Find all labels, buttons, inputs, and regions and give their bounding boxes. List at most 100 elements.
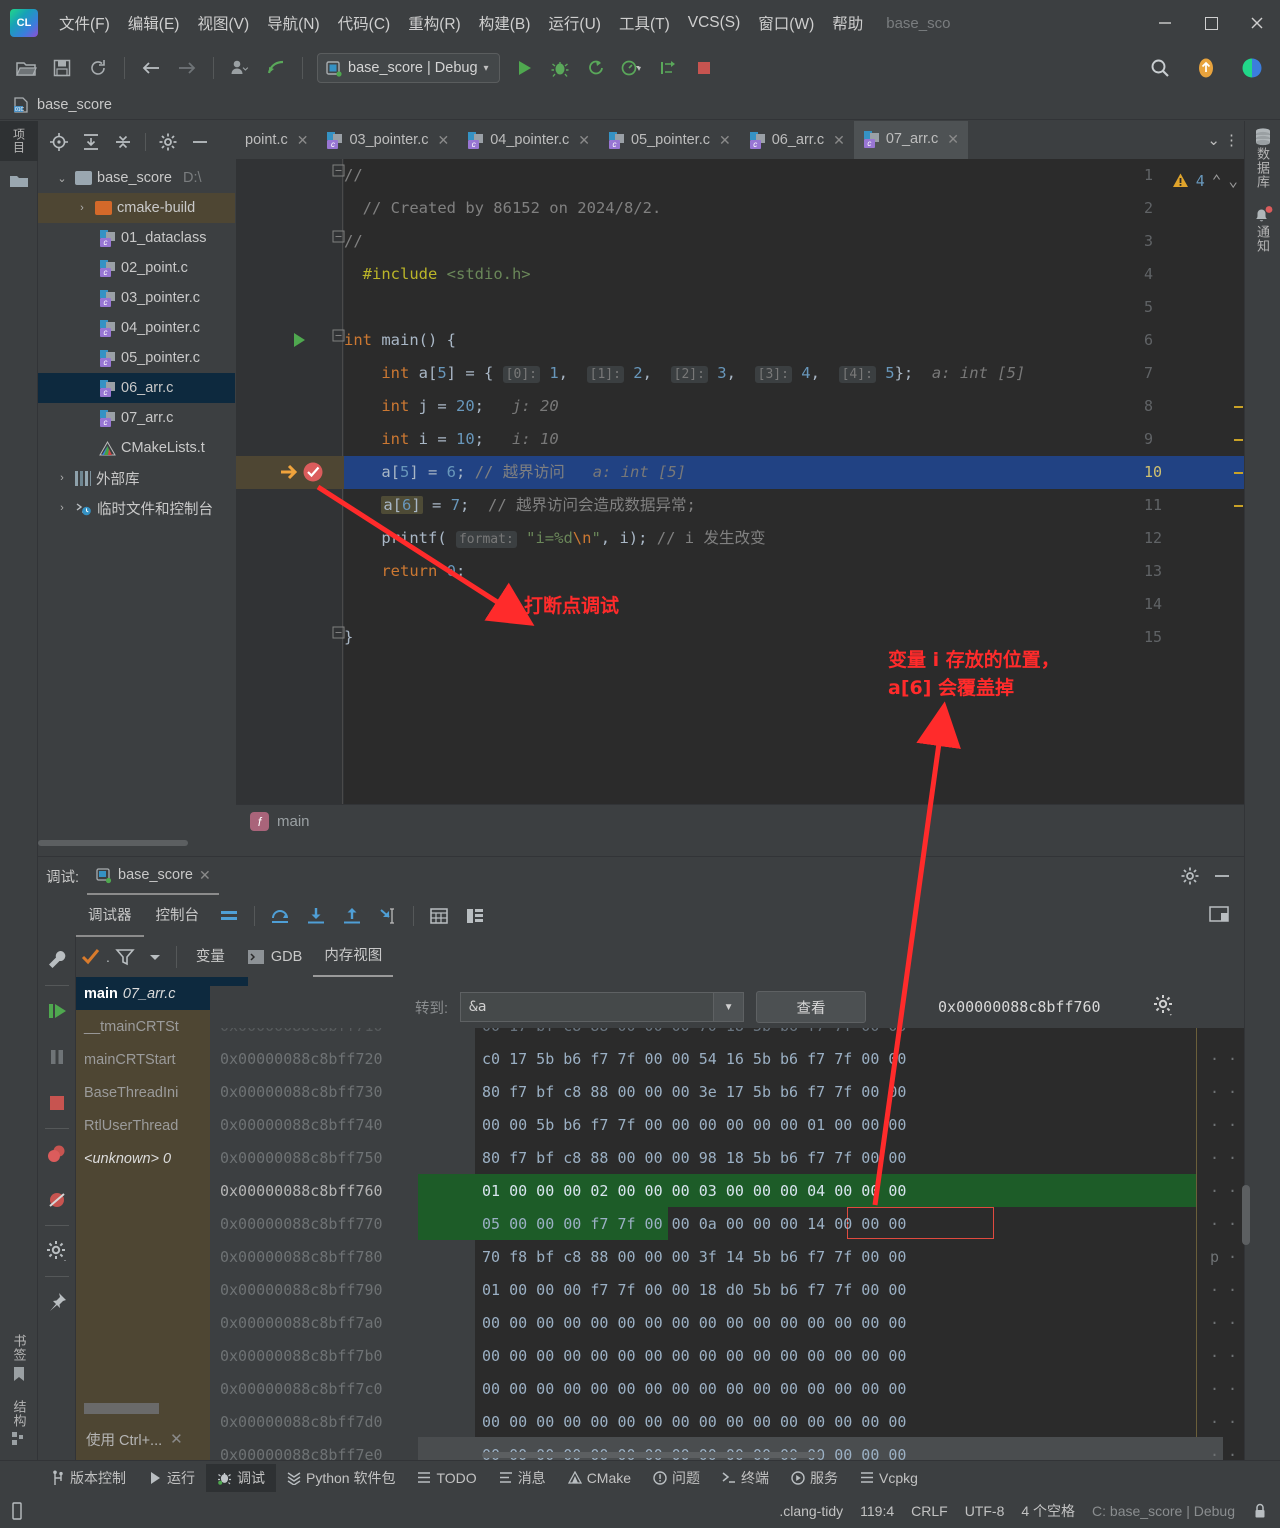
- ai-assistant-icon[interactable]: [1237, 53, 1267, 83]
- navbar-project-name[interactable]: base_score: [37, 97, 112, 113]
- menu-view[interactable]: 视图(V): [188, 10, 258, 36]
- menu-refactor[interactable]: 重构(R): [399, 10, 470, 36]
- tool-window-cmake[interactable]: CMake: [557, 1464, 642, 1492]
- menu-navigate[interactable]: 导航(N): [258, 10, 329, 36]
- menu-file[interactable]: 文件(F): [50, 10, 119, 36]
- code-editor[interactable]: 1 2 3 4 5 6 7 8 9 10 11 12 13 14 15 // /…: [236, 159, 1244, 804]
- maximize-button[interactable]: [1188, 0, 1234, 46]
- memory-horizontal-scrollbar[interactable]: [482, 1452, 822, 1458]
- run-configuration-selector[interactable]: base_score | Debug ▾: [317, 53, 500, 83]
- tree-row-scratches[interactable]: › 临时文件和控制台: [38, 493, 235, 523]
- tab-03-pointer-c[interactable]: c 03_pointer.c ✕: [317, 121, 458, 159]
- menu-run[interactable]: 运行(U): [539, 10, 610, 36]
- search-everywhere-icon[interactable]: [1145, 53, 1175, 83]
- memory-row[interactable]: 0x00000088c8bff750 80 f7 bf c8 88 00 00 …: [210, 1142, 1244, 1175]
- memory-row[interactable]: 0x00000088c8bff770 05 00 00 00 f7 7f 00 …: [210, 1208, 1244, 1241]
- update-available-icon[interactable]: [1191, 53, 1221, 83]
- close-icon[interactable]: ✕: [578, 132, 590, 149]
- goto-address-input[interactable]: &a: [461, 999, 713, 1015]
- goto-address-combo[interactable]: &a ▼: [460, 992, 745, 1022]
- profile-run-icon[interactable]: ▾: [617, 53, 647, 83]
- memory-row[interactable]: 0x00000088c8bff790 01 00 00 00 f7 7f 00 …: [210, 1274, 1244, 1307]
- status-line-separator[interactable]: CRLF: [911, 1503, 948, 1519]
- status-inspection[interactable]: .clang-tidy: [779, 1503, 843, 1519]
- close-icon[interactable]: ✕: [833, 132, 845, 149]
- menu-vcs[interactable]: VCS(S): [679, 12, 750, 34]
- close-button[interactable]: [1234, 0, 1280, 46]
- prev-issue-icon[interactable]: ⌃: [1212, 171, 1222, 190]
- more-options-icon[interactable]: ⋮: [1224, 131, 1239, 149]
- locate-file-icon[interactable]: [44, 127, 74, 157]
- navigate-back-icon[interactable]: [136, 53, 166, 83]
- step-out-icon[interactable]: [337, 901, 367, 931]
- evaluate-expression-icon[interactable]: [424, 901, 454, 931]
- tree-row-06-arr[interactable]: c 06_arr.c: [38, 373, 235, 403]
- pause-program-button[interactable]: [38, 1034, 76, 1080]
- resume-program-button[interactable]: [38, 988, 76, 1034]
- view-memory-button[interactable]: 查看: [756, 991, 867, 1023]
- filter-icon[interactable]: [112, 944, 138, 970]
- pin-tab-icon[interactable]: [38, 1279, 76, 1325]
- memory-row[interactable]: 0x00000088c8bff7a0 00 00 00 00 00 00 00 …: [210, 1307, 1244, 1340]
- tool-window-services[interactable]: 服务: [780, 1464, 849, 1492]
- tab-debugger[interactable]: 调试器: [76, 895, 144, 937]
- view-breakpoints-button[interactable]: [38, 1131, 76, 1177]
- debug-settings-wrench-icon[interactable]: [38, 937, 76, 983]
- sidebar-item-database[interactable]: 数据库: [1245, 121, 1280, 189]
- attach-to-process-icon[interactable]: [653, 53, 683, 83]
- memory-settings-icon[interactable]: [1153, 994, 1175, 1021]
- memory-dump[interactable]: 0x00000088c8bff710 00 17 bf c8 88 00 00 …: [210, 1010, 1244, 1460]
- tool-window-vcs[interactable]: 版本控制: [40, 1464, 137, 1492]
- tool-window-problems[interactable]: 问题: [642, 1464, 711, 1492]
- chevron-down-icon[interactable]: [142, 944, 168, 970]
- editor-marker-bar[interactable]: [1232, 159, 1244, 804]
- memory-row[interactable]: 0x00000088c8bff730 80 f7 bf c8 88 00 00 …: [210, 1076, 1244, 1109]
- run-to-cursor-icon[interactable]: [373, 901, 403, 931]
- open-project-icon[interactable]: [11, 53, 41, 83]
- close-icon[interactable]: ✕: [297, 132, 309, 149]
- tool-window-messages[interactable]: 消息: [488, 1464, 557, 1492]
- debug-settings-icon[interactable]: [38, 1228, 76, 1274]
- subtab-variables[interactable]: 变量: [185, 937, 236, 977]
- subtab-gdb[interactable]: GDB: [236, 937, 313, 977]
- menu-help[interactable]: 帮助: [823, 10, 872, 36]
- stop-program-button[interactable]: [38, 1080, 76, 1126]
- sidebar-item-project[interactable]: 项目: [0, 121, 38, 161]
- status-config[interactable]: C: base_score | Debug: [1092, 1503, 1235, 1519]
- close-icon[interactable]: ✕: [719, 132, 731, 149]
- minimize-icon[interactable]: [1212, 866, 1232, 886]
- navigate-forward-icon[interactable]: [172, 53, 202, 83]
- restore-layout-icon[interactable]: [1208, 903, 1230, 925]
- breakpoint-icon[interactable]: [302, 459, 324, 485]
- menu-code[interactable]: 代码(C): [329, 10, 400, 36]
- close-icon[interactable]: ✕: [437, 132, 449, 149]
- menu-tools[interactable]: 工具(T): [610, 10, 679, 36]
- tool-window-vcpkg[interactable]: Vcpkg: [849, 1464, 929, 1492]
- tab-point-c[interactable]: point.c ✕: [236, 121, 317, 159]
- status-encoding[interactable]: UTF-8: [965, 1503, 1005, 1519]
- lock-icon[interactable]: [1252, 1502, 1268, 1520]
- close-icon[interactable]: ✕: [170, 1430, 183, 1448]
- debug-session-tab[interactable]: base_score ✕: [87, 857, 219, 895]
- tree-row-cmake-build[interactable]: › cmake-build: [38, 193, 235, 223]
- memory-row[interactable]: 0x00000088c8bff780 70 f8 bf c8 88 00 00 …: [210, 1241, 1244, 1274]
- menu-edit[interactable]: 编辑(E): [119, 10, 189, 36]
- mute-breakpoints-button[interactable]: [38, 1177, 76, 1223]
- minimize-button[interactable]: [1142, 0, 1188, 46]
- stop-icon[interactable]: [689, 53, 719, 83]
- status-caret-position[interactable]: 119:4: [860, 1503, 894, 1519]
- tool-window-run[interactable]: 运行: [137, 1464, 206, 1492]
- memory-vertical-scrollbar[interactable]: [1242, 1185, 1250, 1245]
- memory-row[interactable]: 0x00000088c8bff7b0 00 00 00 00 00 00 00 …: [210, 1340, 1244, 1373]
- tab-04-pointer-c[interactable]: c 04_pointer.c ✕: [458, 121, 599, 159]
- chevron-down-icon[interactable]: ▼: [713, 993, 744, 1021]
- sidebar-item-bookmarks[interactable]: 书签: [0, 1334, 38, 1382]
- sync-icon[interactable]: [83, 53, 113, 83]
- tool-window-python-packages[interactable]: Python 软件包: [276, 1464, 406, 1492]
- collapse-all-icon[interactable]: [108, 127, 138, 157]
- project-horizontal-scrollbar[interactable]: [38, 840, 188, 846]
- run-gutter-icon[interactable]: [291, 331, 309, 349]
- tree-row-04-pointer[interactable]: c 04_pointer.c: [38, 313, 235, 343]
- tree-row-external-libraries[interactable]: › 外部库: [38, 463, 235, 493]
- subtab-memory-view[interactable]: 内存视图: [313, 937, 394, 977]
